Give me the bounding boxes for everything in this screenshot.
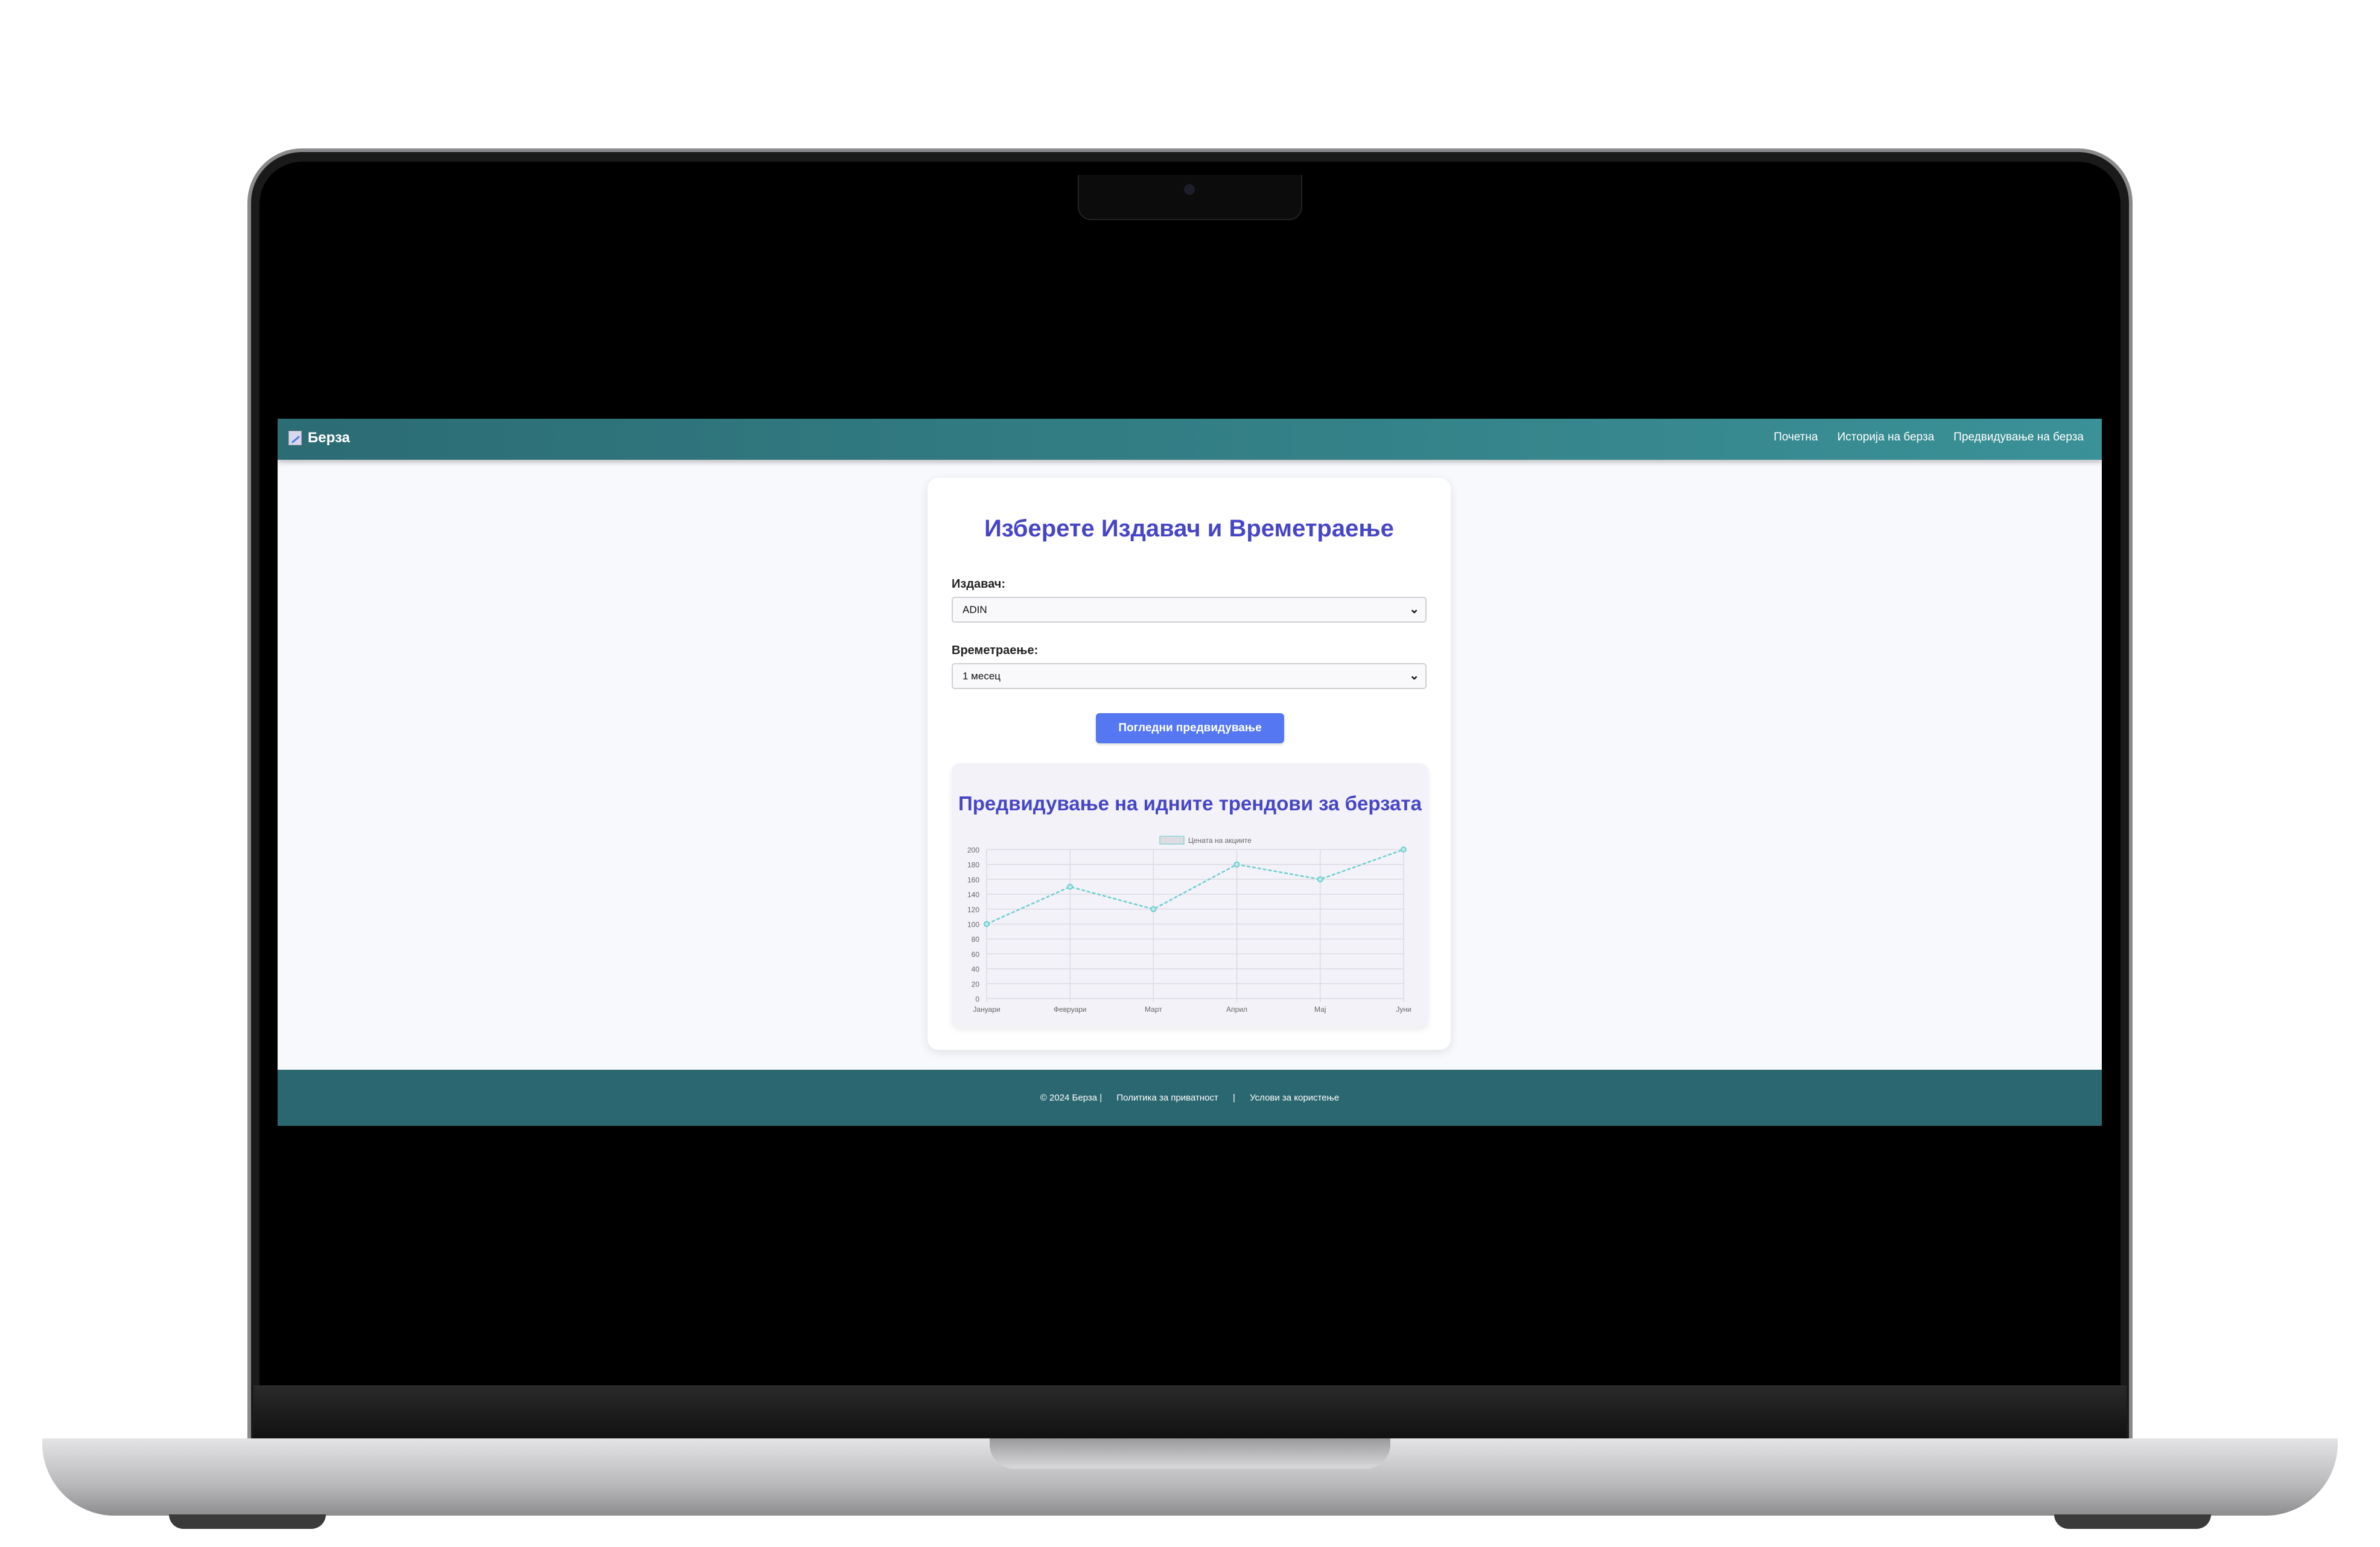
brand-name: Берза	[308, 430, 350, 446]
legend-swatch	[1159, 836, 1185, 845]
line-chart: 0 20 40 60 80 100 120 140 160 180 200 Јануари Февруа…	[967, 836, 1411, 1014]
chevron-down-icon: ⌄	[1409, 669, 1419, 682]
laptop-foot	[2054, 1514, 2211, 1529]
x-tick-label: Јуни	[1396, 1005, 1411, 1014]
footer-separator: |	[1233, 1093, 1235, 1103]
data-point	[1150, 906, 1157, 912]
duration-label: Времетраење:	[952, 644, 1039, 657]
data-point	[1317, 876, 1323, 883]
y-tick-label: 160	[967, 875, 979, 884]
legend-label: Цената на акциите	[1188, 836, 1252, 845]
privacy-link[interactable]: Политика за приватност	[1116, 1093, 1218, 1103]
y-tick-label: 60	[972, 950, 980, 959]
chart-title: Предвидување на идните трендови за берза…	[958, 792, 1422, 815]
data-point	[1067, 883, 1074, 890]
y-tick-label: 120	[967, 906, 979, 914]
issuer-select[interactable]: ADIN ⌄	[952, 597, 1427, 623]
brand-link[interactable]: Берза	[288, 430, 350, 446]
terms-link[interactable]: Услови за користење	[1250, 1093, 1339, 1103]
y-tick-label: 80	[972, 935, 980, 944]
view-prediction-button[interactable]: Погледни предвидување	[1096, 713, 1284, 743]
y-tick-label: 100	[967, 921, 979, 929]
x-tick-label: Мај	[1314, 1005, 1326, 1014]
page-title: Изберете Издавач и Времетраење	[984, 515, 1394, 542]
issuer-label: Издавач:	[952, 577, 1006, 591]
chevron-down-icon: ⌄	[1409, 603, 1419, 616]
duration-select[interactable]: 1 месец ⌄	[952, 663, 1427, 689]
x-tick-label: Јануари	[973, 1005, 1000, 1014]
y-tick-label: 200	[967, 846, 979, 854]
x-tick-label: Март	[1145, 1005, 1162, 1014]
data-point	[984, 921, 990, 927]
chart-logo-icon	[288, 431, 302, 445]
x-tick-label: Април	[1226, 1005, 1247, 1014]
browser-viewport: Берза Почетна Историја на берза Предвиду…	[278, 419, 2102, 1126]
y-tick-label: 0	[975, 995, 979, 1003]
camera-icon	[1184, 184, 1195, 195]
camera-notch	[1078, 175, 1302, 220]
laptop-hinge	[253, 1385, 2127, 1438]
nav-links: Почетна Историја на берза Предвидување н…	[1774, 431, 2084, 444]
laptop-foot	[169, 1514, 326, 1529]
data-point	[1233, 861, 1240, 868]
nav-link-home[interactable]: Почетна	[1774, 431, 1818, 444]
chart-card: Предвидување на идните трендови за берза…	[952, 763, 1428, 1028]
y-tick-label: 140	[967, 891, 979, 899]
laptop-opening-lip	[990, 1438, 1390, 1469]
navbar: Берза Почетна Историја на берза Предвиду…	[278, 419, 2102, 460]
footer: © 2024 Берза | Политика за приватност | …	[278, 1070, 2102, 1126]
data-point	[1401, 847, 1407, 853]
issuer-value: ADIN	[962, 604, 987, 615]
y-tick-label: 20	[972, 980, 980, 988]
selection-card: Изберете Издавач и Времетраење Издавач: …	[928, 478, 1451, 1050]
nav-link-prediction[interactable]: Предвидување на берза	[1953, 431, 2084, 444]
y-tick-label: 180	[967, 861, 979, 869]
series-line	[986, 848, 1404, 925]
duration-value: 1 месец	[962, 670, 1001, 682]
x-tick-label: Февруари	[1054, 1005, 1087, 1014]
nav-link-history[interactable]: Историја на берза	[1838, 431, 1935, 444]
copyright: © 2024 Берза |	[1040, 1093, 1102, 1103]
y-tick-label: 40	[972, 965, 980, 974]
